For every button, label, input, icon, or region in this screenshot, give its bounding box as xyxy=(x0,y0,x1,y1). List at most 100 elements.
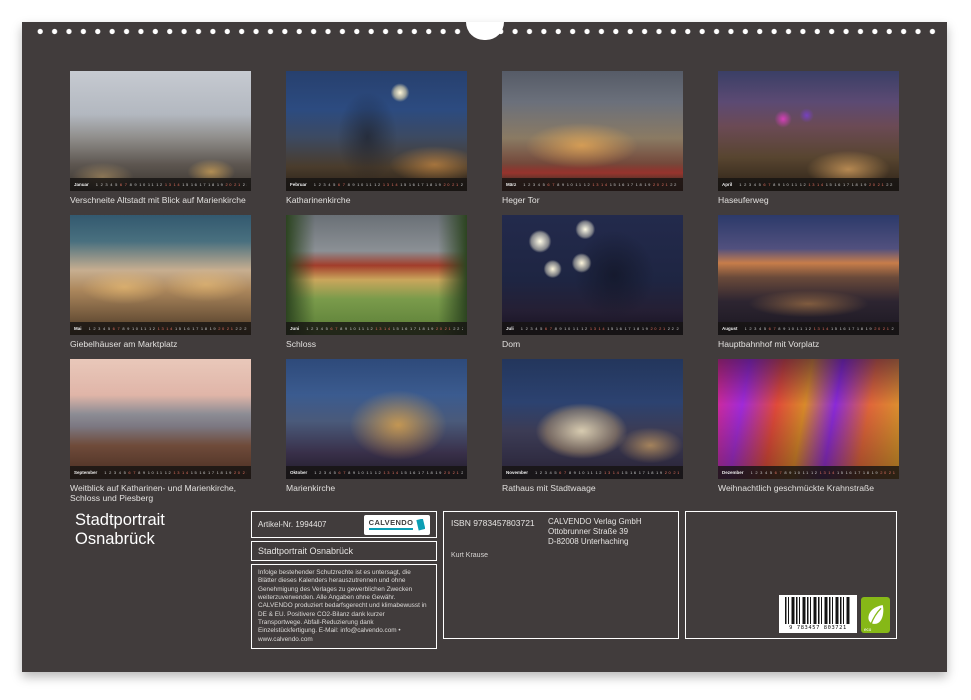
publisher-city: D-82008 Unterhaching xyxy=(548,537,642,547)
month-caption: Rathaus mit Stadtwaage xyxy=(502,483,678,493)
info-middle-column: ISBN 9783457803721 CALVENDO Verlag GmbH … xyxy=(443,511,679,639)
eco-badge: eco xyxy=(861,597,890,633)
month-photo: Dezember 1234567891011121314151617181920… xyxy=(718,359,899,479)
calendar-back-cover-sheet: Januar 123456789101112131415161718192021… xyxy=(22,22,947,672)
month-caption: Heger Tor xyxy=(502,195,678,205)
month-grid: Januar 123456789101112131415161718192021… xyxy=(70,71,899,503)
month-photo: November 1234567891011121314151617181920… xyxy=(502,359,683,479)
legal-text: Infolge bestehender Schutzrechte ist es … xyxy=(258,569,427,643)
page-title-line1: Stadtportrait xyxy=(75,511,165,530)
ean-barcode: 9 783457 803721 xyxy=(779,595,857,633)
calendar-month-thumbnail: Januar 123456789101112131415161718192021… xyxy=(70,71,251,215)
barcode-digits: 9 783457 803721 xyxy=(789,625,847,631)
month-photo: Oktober 12345678910111213141516171819202… xyxy=(286,359,467,479)
mini-days-row: 1234567891011121314151617181920212223242… xyxy=(535,470,679,475)
info-right-column: 9 783457 803721 eco xyxy=(685,511,897,639)
month-photo: Mai 123456789101112131415161718192021222… xyxy=(70,215,251,335)
calendar-month-thumbnail: April 1234567891011121314151617181920212… xyxy=(718,71,899,215)
month-photo: März 12345678910111213141516171819202122… xyxy=(502,71,683,191)
month-photo: Juni 12345678910111213141516171819202122… xyxy=(286,215,467,335)
mini-month-label: November xyxy=(506,470,528,475)
calvendo-logo: CALVENDO xyxy=(364,515,430,535)
page-title-line2: Osnabrück xyxy=(75,530,165,549)
mini-days-row: 1234567891011121314151617181920212223242… xyxy=(104,470,247,475)
calvendo-logo-word: CALVENDO xyxy=(369,519,414,530)
mini-calendar-strip: Juni 12345678910111213141516171819202122… xyxy=(286,322,467,335)
calendar-page-icon xyxy=(416,519,425,531)
calendar-month-thumbnail: August 123456789101112131415161718192021… xyxy=(718,215,899,359)
article-number: Artikel-Nr. 1994407 xyxy=(258,520,326,529)
publisher-address: CALVENDO Verlag GmbH Ottobrunner Straße … xyxy=(548,517,642,547)
calendar-month-thumbnail: Mai 123456789101112131415161718192021222… xyxy=(70,215,251,359)
mini-calendar-strip: November 1234567891011121314151617181920… xyxy=(502,466,683,479)
product-info-panel: Artikel-Nr. 1994407 CALVENDO Stadtportra… xyxy=(251,511,897,639)
calendar-month-thumbnail: September 123456789101112131415161718192… xyxy=(70,359,251,503)
publisher-street: Ottobrunner Straße 39 xyxy=(548,527,642,537)
legal-text-box: Infolge bestehender Schutzrechte ist es … xyxy=(251,564,437,649)
mini-days-row: 1234567891011121314151617181920212223242… xyxy=(314,470,463,475)
month-caption: Marienkirche xyxy=(286,483,462,493)
calendar-month-thumbnail: November 1234567891011121314151617181920… xyxy=(502,359,683,503)
month-caption: Hauptbahnhof mit Vorplatz xyxy=(718,339,894,349)
month-caption: Weitblick auf Katharinen- und Marienkirc… xyxy=(70,483,246,504)
mini-calendar-strip: Dezember 1234567891011121314151617181920… xyxy=(718,466,899,479)
month-caption: Katharinenkirche xyxy=(286,195,462,205)
mini-month-label: März xyxy=(506,182,516,187)
month-caption: Giebelhäuser am Marktplatz xyxy=(70,339,246,349)
mini-calendar-strip: März 12345678910111213141516171819202122… xyxy=(502,178,683,191)
mini-days-row: 1234567891011121314151617181920212223242… xyxy=(523,182,679,187)
mini-calendar-strip: September 123456789101112131415161718192… xyxy=(70,466,251,479)
mini-days-row: 1234567891011121314151617181920212223242… xyxy=(739,182,895,187)
publisher-name: CALVENDO Verlag GmbH xyxy=(548,517,642,527)
month-caption: Haseuferweg xyxy=(718,195,894,205)
mini-calendar-strip: Mai 123456789101112131415161718192021222… xyxy=(70,322,251,335)
mini-month-label: Juni xyxy=(290,326,299,331)
mini-month-label: September xyxy=(74,470,97,475)
month-caption: Verschneite Altstadt mit Blick auf Marie… xyxy=(70,195,246,205)
mini-days-row: 1234567891011121314151617181920212223242… xyxy=(89,326,247,331)
page-title: Stadtportrait Osnabrück xyxy=(75,511,165,550)
author-name: Kurt Krause xyxy=(451,552,488,559)
month-photo: Juli 12345678910111213141516171819202122… xyxy=(502,215,683,335)
mini-month-label: April xyxy=(722,182,732,187)
article-number-box: Artikel-Nr. 1994407 CALVENDO xyxy=(251,511,437,538)
mini-month-label: August xyxy=(722,326,738,331)
calendar-month-thumbnail: Oktober 12345678910111213141516171819202… xyxy=(286,359,467,503)
mini-month-label: Mai xyxy=(74,326,82,331)
product-title: Stadtportrait Osnabrück xyxy=(258,546,353,556)
mini-month-label: Oktober xyxy=(290,470,307,475)
isbn-text: ISBN 9783457803721 xyxy=(451,518,535,528)
month-photo: Februar 12345678910111213141516171819202… xyxy=(286,71,467,191)
mini-month-label: Juli xyxy=(506,326,514,331)
month-photo: April 1234567891011121314151617181920212… xyxy=(718,71,899,191)
month-caption: Schloss xyxy=(286,339,462,349)
month-photo: Januar 123456789101112131415161718192021… xyxy=(70,71,251,191)
mini-days-row: 1234567891011121314151617181920212223242… xyxy=(751,470,895,475)
mini-calendar-strip: Oktober 12345678910111213141516171819202… xyxy=(286,466,467,479)
month-caption: Dom xyxy=(502,339,678,349)
mini-calendar-strip: April 1234567891011121314151617181920212… xyxy=(718,178,899,191)
mini-calendar-strip: Januar 123456789101112131415161718192021… xyxy=(70,178,251,191)
calendar-month-thumbnail: März 12345678910111213141516171819202122… xyxy=(502,71,683,215)
calendar-month-thumbnail: Februar 12345678910111213141516171819202… xyxy=(286,71,467,215)
mini-month-label: Januar xyxy=(74,182,89,187)
barcode-bars xyxy=(785,597,851,624)
mini-calendar-strip: Juli 12345678910111213141516171819202122… xyxy=(502,322,683,335)
eco-label: eco xyxy=(864,627,871,632)
mini-month-label: Dezember xyxy=(722,470,744,475)
mini-days-row: 1234567891011121314151617181920212223242… xyxy=(521,326,679,331)
mini-days-row: 1234567891011121314151617181920212223242… xyxy=(745,326,896,331)
mini-days-row: 1234567891011121314151617181920212223242… xyxy=(314,182,463,187)
barcode-area: 9 783457 803721 eco xyxy=(779,595,890,633)
month-caption: Weihnachtlich geschmückte Krahnstraße xyxy=(718,483,894,493)
hanger-hole xyxy=(466,22,504,40)
mini-days-row: 1234567891011121314151617181920212223242… xyxy=(306,326,463,331)
mini-calendar-strip: August 123456789101112131415161718192021… xyxy=(718,322,899,335)
product-title-box: Stadtportrait Osnabrück xyxy=(251,541,437,561)
calendar-month-thumbnail: Dezember 1234567891011121314151617181920… xyxy=(718,359,899,503)
mini-month-label: Februar xyxy=(290,182,307,187)
mini-days-row: 1234567891011121314151617181920212223242… xyxy=(96,182,247,187)
month-photo: August 123456789101112131415161718192021… xyxy=(718,215,899,335)
month-photo: September 123456789101112131415161718192… xyxy=(70,359,251,479)
info-left-column: Artikel-Nr. 1994407 CALVENDO Stadtportra… xyxy=(251,511,437,639)
